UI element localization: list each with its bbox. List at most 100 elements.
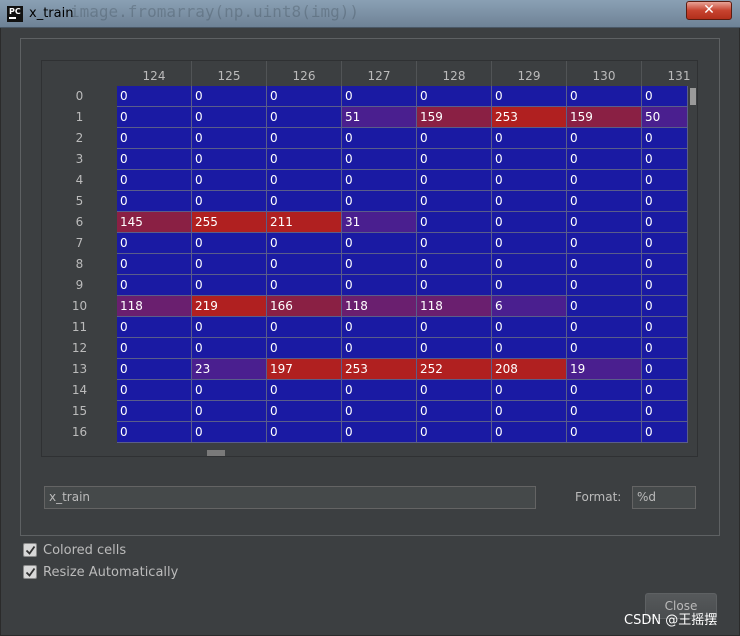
table-cell[interactable]: 0 xyxy=(267,107,342,128)
table-cell[interactable]: 0 xyxy=(642,422,688,443)
table-cell[interactable]: 0 xyxy=(417,233,492,254)
table-cell[interactable]: 0 xyxy=(567,317,642,338)
table-cell[interactable]: 0 xyxy=(417,401,492,422)
table-cell[interactable]: 0 xyxy=(117,317,192,338)
table-cell[interactable]: 0 xyxy=(117,149,192,170)
table-cell[interactable]: 0 xyxy=(267,191,342,212)
table-cell[interactable]: 0 xyxy=(267,233,342,254)
table-cell[interactable]: 0 xyxy=(342,317,417,338)
table-cell[interactable]: 0 xyxy=(567,401,642,422)
table-cell[interactable]: 0 xyxy=(567,380,642,401)
table-cell[interactable]: 0 xyxy=(342,401,417,422)
table-cell[interactable]: 0 xyxy=(192,401,267,422)
table-cell[interactable]: 0 xyxy=(192,107,267,128)
table-cell[interactable]: 0 xyxy=(642,170,688,191)
table-cell[interactable]: 0 xyxy=(642,359,688,380)
table-cell[interactable]: 219 xyxy=(192,296,267,317)
table-cell[interactable]: 0 xyxy=(642,275,688,296)
table-cell[interactable]: 0 xyxy=(342,422,417,443)
table-cell[interactable]: 0 xyxy=(417,128,492,149)
table-cell[interactable]: 0 xyxy=(642,338,688,359)
table-cell[interactable]: 0 xyxy=(567,86,642,107)
resize-automatically-option[interactable]: Resize Automatically xyxy=(23,564,178,580)
table-cell[interactable]: 0 xyxy=(267,338,342,359)
table-cell[interactable]: 0 xyxy=(342,191,417,212)
table-cell[interactable]: 0 xyxy=(417,191,492,212)
table-cell[interactable]: 0 xyxy=(417,275,492,296)
table-cell[interactable]: 0 xyxy=(117,380,192,401)
data-grid[interactable]: 124 125 126 127 128 129 130 131 0 0 0 0 0 0 0 0 0 1 0 0 0 51 1… xyxy=(41,60,698,457)
horizontal-scroll-thumb[interactable] xyxy=(207,450,225,456)
table-cell[interactable]: 197 xyxy=(267,359,342,380)
table-cell[interactable]: 0 xyxy=(567,233,642,254)
table-cell[interactable]: 51 xyxy=(342,107,417,128)
table-cell[interactable]: 0 xyxy=(117,359,192,380)
table-cell[interactable]: 0 xyxy=(492,275,567,296)
table-cell[interactable]: 23 xyxy=(192,359,267,380)
table-cell[interactable]: 0 xyxy=(267,317,342,338)
table-cell[interactable]: 0 xyxy=(642,380,688,401)
table-cell[interactable]: 0 xyxy=(117,86,192,107)
table-cell[interactable]: 0 xyxy=(117,128,192,149)
table-cell[interactable]: 0 xyxy=(117,170,192,191)
table-cell[interactable]: 0 xyxy=(567,170,642,191)
table-cell[interactable]: 0 xyxy=(417,212,492,233)
table-cell[interactable]: 0 xyxy=(192,275,267,296)
table-cell[interactable]: 0 xyxy=(492,212,567,233)
table-cell[interactable]: 0 xyxy=(567,275,642,296)
table-cell[interactable]: 0 xyxy=(492,86,567,107)
table-cell[interactable]: 0 xyxy=(267,380,342,401)
table-cell[interactable]: 0 xyxy=(492,149,567,170)
table-cell[interactable]: 0 xyxy=(192,191,267,212)
table-cell[interactable]: 0 xyxy=(192,149,267,170)
table-cell[interactable]: 0 xyxy=(567,212,642,233)
vertical-scrollbar[interactable] xyxy=(688,86,697,448)
table-cell[interactable]: 208 xyxy=(492,359,567,380)
table-cell[interactable]: 211 xyxy=(267,212,342,233)
table-cell[interactable]: 0 xyxy=(267,128,342,149)
table-cell[interactable]: 0 xyxy=(492,128,567,149)
table-cell[interactable]: 0 xyxy=(267,149,342,170)
table-cell[interactable]: 0 xyxy=(567,422,642,443)
table-cell[interactable]: 0 xyxy=(267,422,342,443)
table-cell[interactable]: 0 xyxy=(267,170,342,191)
table-cell[interactable]: 255 xyxy=(192,212,267,233)
table-cell[interactable]: 0 xyxy=(192,170,267,191)
table-cell[interactable]: 0 xyxy=(342,233,417,254)
table-cell[interactable]: 0 xyxy=(117,254,192,275)
table-cell[interactable]: 118 xyxy=(342,296,417,317)
table-cell[interactable]: 0 xyxy=(642,317,688,338)
table-cell[interactable]: 0 xyxy=(342,170,417,191)
table-cell[interactable]: 0 xyxy=(192,86,267,107)
table-cell[interactable]: 0 xyxy=(492,233,567,254)
table-cell[interactable]: 0 xyxy=(342,86,417,107)
table-cell[interactable]: 0 xyxy=(417,254,492,275)
table-cell[interactable]: 0 xyxy=(342,338,417,359)
table-cell[interactable]: 50 xyxy=(642,107,688,128)
table-cell[interactable]: 0 xyxy=(642,212,688,233)
table-cell[interactable]: 0 xyxy=(267,275,342,296)
table-cell[interactable]: 0 xyxy=(492,170,567,191)
table-cell[interactable]: 0 xyxy=(117,401,192,422)
table-cell[interactable]: 0 xyxy=(192,317,267,338)
table-cell[interactable]: 0 xyxy=(117,107,192,128)
table-cell[interactable]: 0 xyxy=(492,422,567,443)
table-cell[interactable]: 0 xyxy=(492,191,567,212)
table-cell[interactable]: 253 xyxy=(492,107,567,128)
table-cell[interactable]: 31 xyxy=(342,212,417,233)
table-cell[interactable]: 0 xyxy=(117,233,192,254)
horizontal-scrollbar[interactable] xyxy=(42,448,697,456)
table-cell[interactable]: 0 xyxy=(267,254,342,275)
format-input[interactable]: %d xyxy=(632,486,696,509)
window-close-button[interactable]: ✕ xyxy=(686,1,732,20)
vertical-scroll-thumb[interactable] xyxy=(690,88,696,105)
colored-cells-option[interactable]: Colored cells xyxy=(23,542,126,558)
table-cell[interactable]: 0 xyxy=(417,422,492,443)
table-cell[interactable]: 0 xyxy=(567,254,642,275)
table-cell[interactable]: 0 xyxy=(342,275,417,296)
table-cell[interactable]: 0 xyxy=(267,86,342,107)
table-cell[interactable]: 0 xyxy=(492,254,567,275)
table-cell[interactable]: 0 xyxy=(417,86,492,107)
table-cell[interactable]: 253 xyxy=(342,359,417,380)
table-cell[interactable]: 0 xyxy=(267,401,342,422)
